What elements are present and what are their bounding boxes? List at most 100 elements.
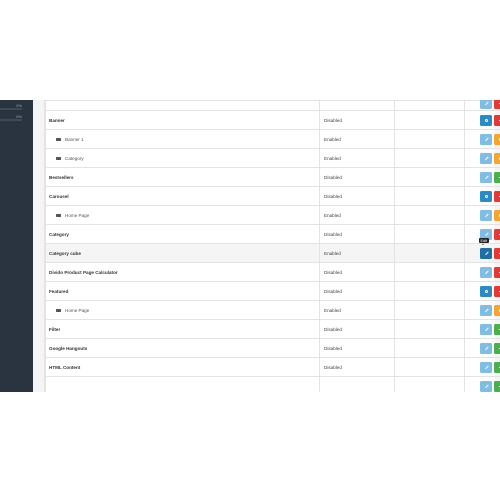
action-cell: Edit [464, 238, 500, 263]
module-status: Disabled [319, 338, 395, 358]
pencil-icon [484, 137, 488, 141]
uninstall-button[interactable] [494, 228, 500, 240]
action-cell [464, 186, 500, 206]
install-button[interactable] [494, 323, 500, 335]
empty-cell [394, 205, 465, 225]
module-row: Filter Disabled [45, 319, 500, 339]
module-name: Filter [49, 326, 61, 332]
uninstall-button[interactable] [494, 190, 500, 202]
module-name-wrap: Home Page [49, 213, 89, 218]
install-button[interactable] [494, 380, 500, 392]
sidebar: 0% 0% [0, 100, 33, 392]
action-cell [464, 357, 500, 377]
uninstall-button[interactable] [494, 247, 500, 259]
module-name-wrap: Divido Product Page Calculator [49, 270, 118, 275]
folder-icon [56, 156, 61, 160]
module-row: Banner Disabled [45, 110, 500, 130]
install-button[interactable] [494, 171, 500, 183]
module-status: Enabled [319, 300, 395, 320]
pencil-icon [484, 327, 488, 331]
module-row [45, 376, 500, 392]
uninstall-button[interactable] [494, 285, 500, 297]
add-button[interactable] [480, 114, 492, 126]
edit-button[interactable] [480, 171, 492, 183]
uninstall-button[interactable] [494, 100, 500, 109]
uninstall-button[interactable] [494, 266, 500, 278]
module-status: Enabled [319, 148, 395, 168]
module-status: Disabled [319, 167, 395, 187]
module-name-wrap: Bestsellers [49, 175, 74, 180]
gear-icon [484, 194, 488, 198]
empty-cell [394, 110, 465, 130]
module-row: Carousel Disabled [45, 186, 500, 206]
edit-button[interactable] [480, 266, 492, 278]
module-row: Featured Disabled [45, 281, 500, 301]
edit-button[interactable] [480, 247, 492, 259]
install-button[interactable] [494, 342, 500, 354]
module-name: Home Page [65, 307, 90, 313]
delete-button[interactable] [494, 304, 500, 316]
uninstall-button[interactable] [494, 114, 500, 126]
empty-cell [394, 338, 465, 358]
folder-icon [56, 137, 61, 141]
empty-cell [394, 262, 465, 282]
edit-button[interactable] [480, 100, 492, 109]
module-name: Bestsellers [49, 174, 74, 180]
module-name-wrap: Home Page [49, 308, 89, 313]
edit-button[interactable] [480, 342, 492, 354]
edit-button[interactable] [480, 133, 492, 145]
edit-button[interactable] [480, 380, 492, 392]
module-name-cell [45, 100, 320, 111]
delete-button[interactable] [494, 152, 500, 164]
delete-button[interactable] [494, 209, 500, 221]
content-area: Banner Disabled Banner 1 Enabled Category Ena… [33, 100, 500, 392]
module-name: Category cube [49, 250, 81, 256]
edit-button[interactable] [480, 209, 492, 221]
empty-cell [394, 186, 465, 206]
delete-button[interactable] [494, 133, 500, 145]
sidebar-progress: 0% [0, 103, 22, 110]
action-cell [464, 100, 500, 111]
module-name-cell: Featured [45, 281, 320, 301]
module-name-cell: Divido Product Page Calculator [45, 262, 320, 282]
gear-icon [484, 118, 488, 122]
empty-cell [394, 129, 465, 149]
module-status: Disabled [319, 224, 395, 244]
edit-button[interactable] [480, 323, 492, 335]
module-name-cell: Filter [45, 319, 320, 339]
screenshot-area: 0% 0% Banner Disabled Banner 1 Enabled Catego… [0, 100, 500, 392]
module-child-row: Home Page Enabled [45, 205, 500, 225]
pencil-icon [484, 232, 488, 236]
module-name-wrap: Banner 1 [49, 137, 84, 142]
module-row: Category cube Enabled Edit [45, 238, 500, 263]
module-name: Featured [49, 288, 69, 294]
pencil-icon [484, 101, 488, 106]
empty-cell [394, 100, 465, 111]
module-name: Category [65, 155, 84, 161]
module-status: Enabled [319, 205, 395, 225]
pencil-icon [484, 346, 488, 350]
pencil-icon [484, 251, 488, 255]
module-name-cell: Home Page [45, 205, 320, 225]
module-name-wrap: Carousel [49, 194, 69, 199]
module-name-wrap: Featured [49, 289, 68, 294]
install-button[interactable] [494, 361, 500, 373]
module-status: Disabled [319, 281, 395, 301]
module-name-cell: Google Hangouts [45, 338, 320, 358]
module-status: Disabled [319, 357, 395, 377]
sidebar-progress-track [0, 108, 22, 110]
module-name-cell: Category [45, 148, 320, 168]
edit-button[interactable] [480, 361, 492, 373]
action-cell [464, 148, 500, 168]
action-cell [464, 167, 500, 187]
edit-button[interactable] [480, 152, 492, 164]
add-button[interactable] [480, 285, 492, 297]
action-cell [464, 338, 500, 358]
edit-button[interactable] [480, 304, 492, 316]
module-child-row: Home Page Enabled [45, 300, 500, 320]
module-name-cell: Home Page [45, 300, 320, 320]
action-cell [464, 129, 500, 149]
folder-icon [56, 213, 61, 217]
add-button[interactable] [480, 190, 492, 202]
module-name-wrap: Google Hangouts [49, 346, 87, 351]
